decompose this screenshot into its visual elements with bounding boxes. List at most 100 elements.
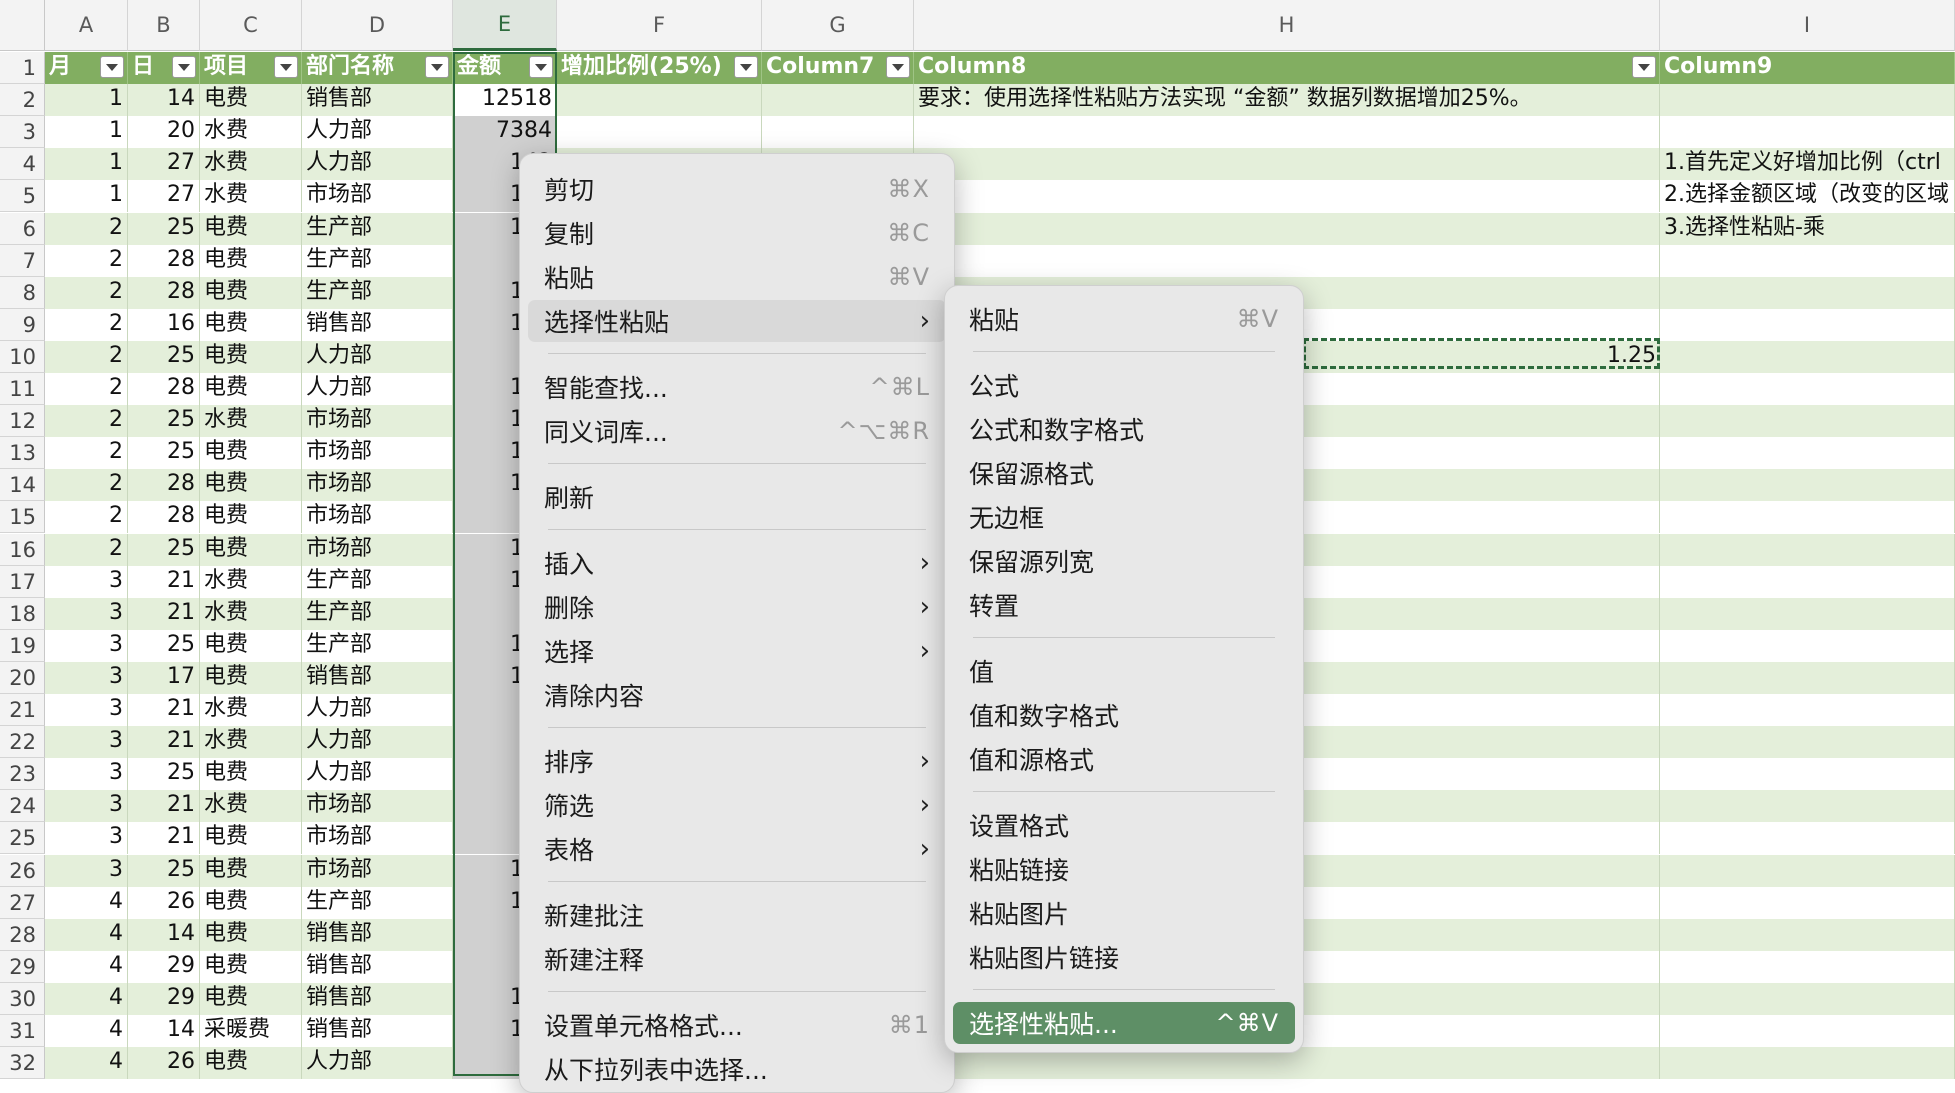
cell-c[interactable]: 电费: [200, 918, 302, 951]
menu-item-cut[interactable]: 剪切 ⌘X: [528, 168, 946, 210]
cell-h[interactable]: [914, 148, 1660, 181]
cell-h[interactable]: [914, 116, 1660, 149]
filter-dropdown-icon[interactable]: [886, 56, 910, 78]
menu-item-select[interactable]: 选择 ›: [528, 630, 946, 672]
submenu-item-no-borders[interactable]: 无边框: [953, 496, 1295, 538]
cell-d[interactable]: 人力部: [302, 148, 453, 181]
cell-a[interactable]: 4: [45, 886, 128, 919]
ratio-cell-value[interactable]: 1.25: [914, 341, 1660, 373]
cell-i[interactable]: [1660, 758, 1955, 791]
step-note-3[interactable]: 3.选择性粘贴-乘: [1660, 213, 1955, 245]
menu-item-table[interactable]: 表格 ›: [528, 828, 946, 870]
column-header-h[interactable]: H: [914, 0, 1660, 51]
cell-a[interactable]: 4: [45, 918, 128, 951]
cell-i[interactable]: [1660, 116, 1955, 149]
cell-a[interactable]: 2: [45, 340, 128, 373]
filter-dropdown-icon[interactable]: [172, 56, 196, 78]
cell-c[interactable]: 水费: [200, 565, 302, 598]
cell-g[interactable]: [762, 116, 914, 149]
menu-item-paste[interactable]: 粘贴 ⌘V: [528, 256, 946, 298]
cell-b[interactable]: 27: [128, 148, 200, 181]
column-header-d[interactable]: D: [302, 0, 453, 51]
cell-i[interactable]: [1660, 340, 1955, 373]
row-header[interactable]: 3: [0, 116, 45, 149]
cell-c[interactable]: 电费: [200, 469, 302, 502]
cell-a[interactable]: 4: [45, 1015, 128, 1048]
cell-c[interactable]: 水费: [200, 148, 302, 181]
row-header[interactable]: 22: [0, 726, 45, 759]
cell-f[interactable]: [557, 116, 762, 149]
cell-d[interactable]: 销售部: [302, 982, 453, 1015]
column-header-a[interactable]: A: [45, 0, 128, 51]
submenu-item-values-number-format[interactable]: 值和数字格式: [953, 694, 1295, 736]
cell-b[interactable]: 25: [128, 437, 200, 470]
filter-dropdown-icon[interactable]: [274, 56, 298, 78]
cell-a[interactable]: 3: [45, 694, 128, 727]
row-header[interactable]: 27: [0, 886, 45, 919]
cell-i[interactable]: [1660, 501, 1955, 534]
cell-i[interactable]: [1660, 629, 1955, 662]
cell-d[interactable]: 生产部: [302, 212, 453, 245]
submenu-item-paste-link[interactable]: 粘贴链接: [953, 848, 1295, 890]
cell-b[interactable]: 21: [128, 726, 200, 759]
step-note-2[interactable]: 2.选择金额区域（改变的区域: [1660, 180, 1955, 212]
select-all-corner[interactable]: [0, 0, 45, 51]
cell-i[interactable]: [1660, 469, 1955, 502]
cell-c[interactable]: 电费: [200, 661, 302, 694]
menu-item-delete[interactable]: 删除 ›: [528, 586, 946, 628]
cell-b[interactable]: 21: [128, 822, 200, 855]
cell-i[interactable]: [1660, 918, 1955, 951]
column-header-e[interactable]: E: [453, 0, 557, 51]
row-header[interactable]: 31: [0, 1015, 45, 1048]
submenu-item-linked-picture[interactable]: 粘贴图片链接: [953, 936, 1295, 978]
cell-c[interactable]: 电费: [200, 1047, 302, 1080]
cell-b[interactable]: 17: [128, 661, 200, 694]
cell-c[interactable]: 电费: [200, 854, 302, 887]
cell-i[interactable]: [1660, 405, 1955, 438]
row-header[interactable]: 30: [0, 982, 45, 1015]
cell-c[interactable]: 水费: [200, 597, 302, 630]
row-header[interactable]: 32: [0, 1047, 45, 1080]
cell-a[interactable]: 1: [45, 116, 128, 149]
cell-c[interactable]: 电费: [200, 629, 302, 662]
cell-c[interactable]: 水费: [200, 694, 302, 727]
cell-i[interactable]: [1660, 373, 1955, 406]
row-header[interactable]: 11: [0, 373, 45, 406]
cell-d[interactable]: 市场部: [302, 405, 453, 438]
cell-b[interactable]: 25: [128, 854, 200, 887]
cell-c[interactable]: 电费: [200, 501, 302, 534]
cell-a[interactable]: 1: [45, 84, 128, 117]
cell-b[interactable]: 14: [128, 918, 200, 951]
row-header[interactable]: 21: [0, 694, 45, 727]
cell-c[interactable]: 电费: [200, 373, 302, 406]
cell-i[interactable]: [1660, 982, 1955, 1015]
cell-b[interactable]: 29: [128, 950, 200, 983]
cell-d[interactable]: 生产部: [302, 886, 453, 919]
cell-c[interactable]: 电费: [200, 982, 302, 1015]
menu-item-sort[interactable]: 排序 ›: [528, 740, 946, 782]
cell-a[interactable]: 3: [45, 597, 128, 630]
cell-a[interactable]: 3: [45, 758, 128, 791]
cell-d[interactable]: 生产部: [302, 629, 453, 662]
menu-item-pick-from-dropdown[interactable]: 从下拉列表中选择...: [528, 1048, 946, 1090]
cell-b[interactable]: 25: [128, 758, 200, 791]
cell-d[interactable]: 市场部: [302, 501, 453, 534]
row-header[interactable]: 26: [0, 854, 45, 887]
cell-d[interactable]: 人力部: [302, 758, 453, 791]
cell-c[interactable]: 电费: [200, 84, 302, 117]
cell-a[interactable]: 3: [45, 854, 128, 887]
cell-b[interactable]: 14: [128, 84, 200, 117]
cell-a[interactable]: 2: [45, 212, 128, 245]
submenu-item-formatting[interactable]: 设置格式: [953, 804, 1295, 846]
cell-b[interactable]: 28: [128, 244, 200, 277]
cell-d[interactable]: 人力部: [302, 340, 453, 373]
cell-a[interactable]: 2: [45, 244, 128, 277]
column-header-f[interactable]: F: [557, 0, 762, 51]
cell-a[interactable]: 2: [45, 533, 128, 566]
filter-dropdown-icon[interactable]: [529, 56, 553, 78]
cell-d[interactable]: 市场部: [302, 180, 453, 213]
cell-b[interactable]: 16: [128, 308, 200, 341]
submenu-item-transpose[interactable]: 转置: [953, 584, 1295, 626]
cell-d[interactable]: 人力部: [302, 373, 453, 406]
cell-c[interactable]: 水费: [200, 116, 302, 149]
